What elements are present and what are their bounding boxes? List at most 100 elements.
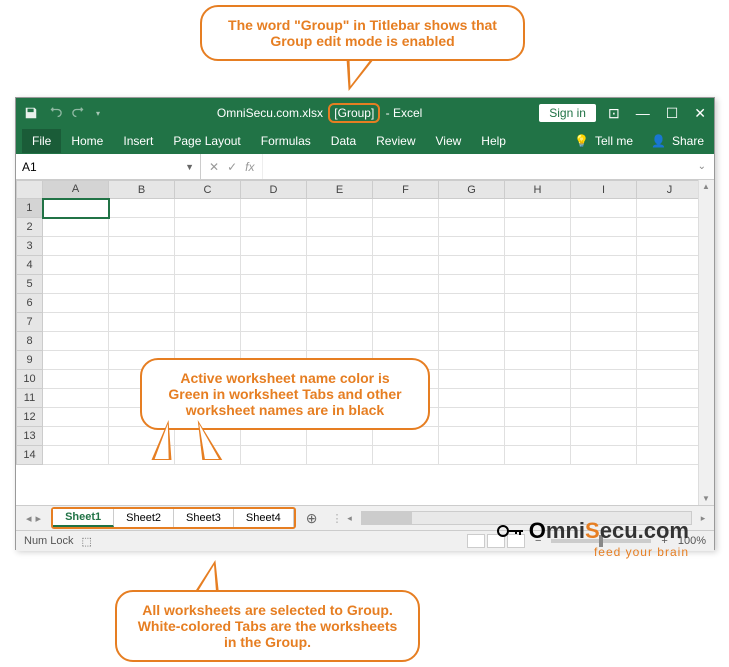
name-box[interactable]: A1 ▼ (16, 154, 201, 179)
cell-H2[interactable] (505, 218, 571, 237)
cell-H5[interactable] (505, 275, 571, 294)
cell-G14[interactable] (439, 446, 505, 465)
cell-C4[interactable] (175, 256, 241, 275)
col-header-F[interactable]: F (373, 181, 439, 199)
enter-icon[interactable]: ✓ (227, 160, 237, 174)
cell-F6[interactable] (373, 294, 439, 313)
cell-B1[interactable] (109, 199, 175, 218)
cell-C6[interactable] (175, 294, 241, 313)
cell-J11[interactable] (637, 389, 703, 408)
cell-I6[interactable] (571, 294, 637, 313)
cell-C3[interactable] (175, 237, 241, 256)
cell-I14[interactable] (571, 446, 637, 465)
cell-D8[interactable] (241, 332, 307, 351)
prev-sheet-icon[interactable]: ◂ (26, 512, 32, 525)
cell-A8[interactable] (43, 332, 109, 351)
row-header-6[interactable]: 6 (17, 294, 43, 313)
tab-nav-arrows[interactable]: ◂ ▸ (16, 506, 51, 530)
cell-I3[interactable] (571, 237, 637, 256)
tab-view[interactable]: View (426, 129, 472, 153)
save-icon[interactable] (24, 106, 38, 120)
cell-F5[interactable] (373, 275, 439, 294)
cell-E14[interactable] (307, 446, 373, 465)
tellme-label[interactable]: Tell me (595, 134, 633, 148)
tab-review[interactable]: Review (366, 129, 425, 153)
tab-data[interactable]: Data (321, 129, 366, 153)
cell-C1[interactable] (175, 199, 241, 218)
cell-H4[interactable] (505, 256, 571, 275)
cell-I13[interactable] (571, 427, 637, 446)
next-sheet-icon[interactable]: ▸ (36, 512, 42, 525)
row-header-7[interactable]: 7 (17, 313, 43, 332)
scroll-right-icon[interactable]: ▸ (696, 513, 710, 524)
cell-C7[interactable] (175, 313, 241, 332)
cell-A14[interactable] (43, 446, 109, 465)
row-header-1[interactable]: 1 (17, 199, 43, 218)
maximize-icon[interactable]: ☐ (666, 105, 679, 122)
cell-G10[interactable] (439, 370, 505, 389)
cell-D5[interactable] (241, 275, 307, 294)
cell-A13[interactable] (43, 427, 109, 446)
cell-H10[interactable] (505, 370, 571, 389)
cell-I4[interactable] (571, 256, 637, 275)
tab-file[interactable]: File (22, 129, 61, 153)
col-header-J[interactable]: J (637, 181, 703, 199)
cell-F1[interactable] (373, 199, 439, 218)
cell-H8[interactable] (505, 332, 571, 351)
row-header-9[interactable]: 9 (17, 351, 43, 370)
cell-J6[interactable] (637, 294, 703, 313)
cell-C2[interactable] (175, 218, 241, 237)
cell-I10[interactable] (571, 370, 637, 389)
cell-G5[interactable] (439, 275, 505, 294)
cell-G11[interactable] (439, 389, 505, 408)
cell-A10[interactable] (43, 370, 109, 389)
col-header-B[interactable]: B (109, 181, 175, 199)
tab-formulas[interactable]: Formulas (251, 129, 321, 153)
cell-H3[interactable] (505, 237, 571, 256)
new-sheet-button[interactable]: ⊕ (296, 506, 328, 530)
cell-F14[interactable] (373, 446, 439, 465)
close-icon[interactable]: ✕ (694, 105, 706, 122)
fx-icon[interactable]: fx (245, 160, 254, 174)
cell-J7[interactable] (637, 313, 703, 332)
minimize-icon[interactable]: — (636, 105, 650, 122)
cell-E7[interactable] (307, 313, 373, 332)
cell-A7[interactable] (43, 313, 109, 332)
cell-B5[interactable] (109, 275, 175, 294)
cell-I9[interactable] (571, 351, 637, 370)
row-header-5[interactable]: 5 (17, 275, 43, 294)
cell-H7[interactable] (505, 313, 571, 332)
cell-E4[interactable] (307, 256, 373, 275)
cell-H13[interactable] (505, 427, 571, 446)
row-header-10[interactable]: 10 (17, 370, 43, 389)
undo-icon[interactable] (48, 106, 62, 120)
col-header-D[interactable]: D (241, 181, 307, 199)
cell-A11[interactable] (43, 389, 109, 408)
cell-J14[interactable] (637, 446, 703, 465)
cell-H1[interactable] (505, 199, 571, 218)
cell-H12[interactable] (505, 408, 571, 427)
cell-D6[interactable] (241, 294, 307, 313)
row-header-11[interactable]: 11 (17, 389, 43, 408)
cell-H9[interactable] (505, 351, 571, 370)
chevron-down-icon[interactable]: ▼ (185, 162, 194, 172)
cell-D1[interactable] (241, 199, 307, 218)
cell-J13[interactable] (637, 427, 703, 446)
cell-A12[interactable] (43, 408, 109, 427)
cell-A5[interactable] (43, 275, 109, 294)
cell-B4[interactable] (109, 256, 175, 275)
cell-J12[interactable] (637, 408, 703, 427)
cell-G13[interactable] (439, 427, 505, 446)
cell-G2[interactable] (439, 218, 505, 237)
scroll-left-icon[interactable]: ◂ (343, 513, 357, 524)
sheet-tab-2[interactable]: Sheet2 (114, 509, 174, 527)
cell-J9[interactable] (637, 351, 703, 370)
tab-help[interactable]: Help (471, 129, 516, 153)
redo-icon[interactable] (72, 106, 86, 120)
cell-G8[interactable] (439, 332, 505, 351)
cell-A6[interactable] (43, 294, 109, 313)
cell-F3[interactable] (373, 237, 439, 256)
cell-C8[interactable] (175, 332, 241, 351)
cell-J3[interactable] (637, 237, 703, 256)
col-header-C[interactable]: C (175, 181, 241, 199)
